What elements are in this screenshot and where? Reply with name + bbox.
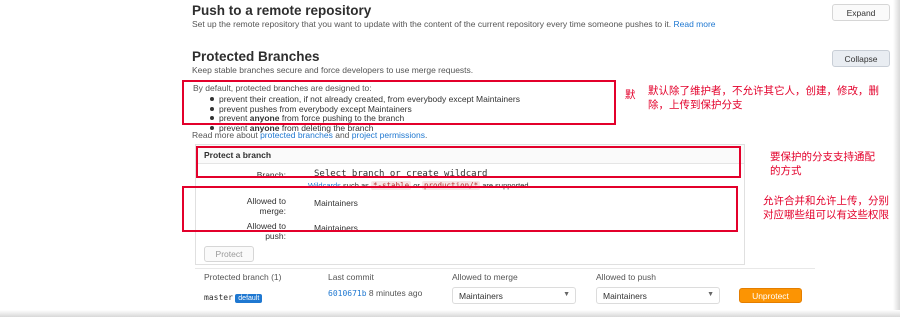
defaults-list: prevent their creation, if not already c… (193, 94, 520, 133)
merge-label: Allowed to merge: (246, 196, 286, 216)
read-more-link[interactable]: Read more (673, 19, 715, 29)
default-badge: default (235, 294, 263, 303)
header-protected-branch: Protected branch (1) (204, 272, 282, 282)
header-allowed-merge: Allowed to merge (452, 272, 518, 282)
branch-name: master (204, 293, 233, 302)
chevron-down-icon: ▼ (563, 291, 570, 298)
collapse-button[interactable]: Collapse (832, 50, 890, 67)
push-section-description: Set up the remote repository that you wa… (192, 19, 716, 29)
protect-branch-panel: Protect a branch Branch: Select branch o… (195, 144, 745, 265)
protected-branches-link[interactable]: protected branches (260, 130, 333, 140)
branch-label: Branch: (256, 170, 286, 180)
push-label: Allowed to push: (246, 221, 286, 241)
unprotect-button[interactable]: Unprotect (739, 288, 802, 303)
merge-select[interactable]: Maintainers (314, 198, 358, 208)
push-access-dropdown[interactable]: Maintainers ▼ (596, 287, 720, 304)
expand-button[interactable]: Expand (832, 4, 890, 21)
defaults-heading: By default, protected branches are desig… (193, 83, 372, 93)
protected-branches-title: Protected Branches (192, 49, 320, 64)
header-last-commit: Last commit (328, 272, 374, 282)
project-permissions-link[interactable]: project permissions (352, 130, 425, 140)
annotation-marker: 默 (625, 89, 636, 101)
wildcards-link[interactable]: Wildcards (308, 181, 341, 190)
push-section-title: Push to a remote repository (192, 3, 372, 18)
annotation-note-defaults: 默认除了维护者，不允许其它人，创建，修改，删除，上传到保护分支 (648, 85, 879, 111)
header-allowed-push: Allowed to push (596, 272, 657, 282)
commit-sha-link[interactable]: 6010671b (328, 289, 367, 298)
protect-branch-heading: Protect a branch (196, 145, 744, 164)
wildcards-hint: Wildcards such as *-stable or production… (308, 181, 529, 190)
last-commit-cell: 6010671b 8 minutes ago (328, 288, 423, 298)
table-row: master default (204, 292, 263, 303)
push-select[interactable]: Maintainers (314, 223, 358, 233)
protected-branches-description: Keep stable branches secure and force de… (192, 65, 474, 75)
read-more-line: Read more about protected branches and p… (192, 130, 428, 140)
annotation-note-wildcard: 要保护的分支支持通配的方式 (770, 151, 875, 177)
annotation-note-permissions: 允许合并和允许上传，分别对应哪些组可以有这些权限 (763, 195, 889, 221)
protect-button[interactable]: Protect (204, 246, 254, 262)
merge-access-dropdown[interactable]: Maintainers ▼ (452, 287, 576, 304)
page-shadow-right (893, 0, 900, 317)
page-shadow-bottom (0, 310, 900, 317)
table-divider (195, 268, 815, 269)
chevron-down-icon: ▼ (707, 291, 714, 298)
